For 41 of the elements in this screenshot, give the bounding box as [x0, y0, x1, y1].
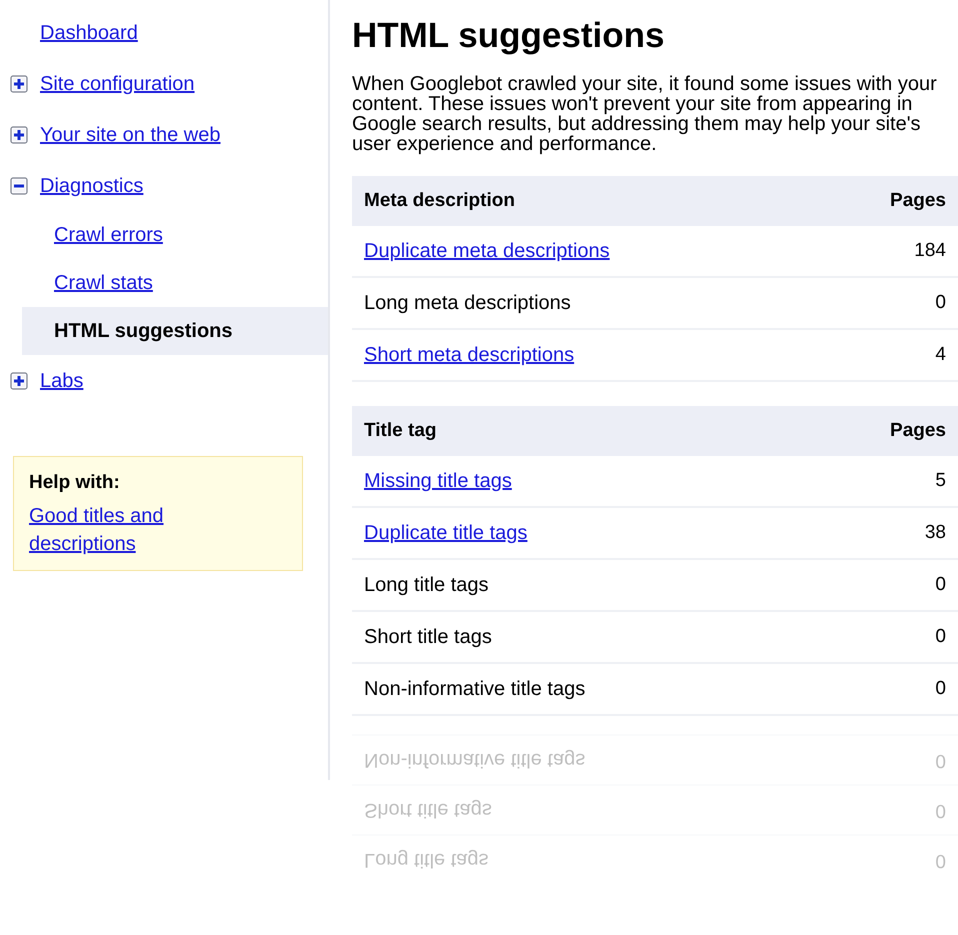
page-count: 0	[935, 572, 946, 597]
issue-link[interactable]: Duplicate meta descriptions	[364, 236, 610, 266]
column-header: Meta description	[364, 188, 515, 213]
reflected-label: Non-informative title tags	[364, 748, 586, 773]
page-count: 38	[924, 520, 946, 545]
reflected-count: 0	[935, 799, 946, 824]
page-count: 5	[935, 468, 946, 493]
issue-link[interactable]: Duplicate title tags	[364, 518, 528, 548]
nav-link[interactable]: Dashboard	[40, 18, 138, 48]
issue-label: Non-informative title tags	[364, 677, 586, 702]
column-header: Pages	[890, 418, 946, 443]
issue-label: Short title tags	[364, 625, 492, 650]
page-title: HTML suggestions	[352, 15, 666, 57]
column-header: Title tag	[364, 418, 436, 443]
issue-link[interactable]: Short meta descriptions	[364, 340, 574, 370]
page-count: 4	[935, 342, 946, 367]
help-link[interactable]: Good titles and descriptions	[29, 502, 209, 558]
reflected-label: Long title tags	[364, 848, 489, 873]
reflected-count: 0	[935, 849, 946, 874]
nav-link[interactable]: Crawl stats	[54, 268, 153, 298]
page-count: 0	[935, 676, 946, 701]
collapse-icon[interactable]	[10, 176, 28, 194]
page-count: 0	[935, 624, 946, 649]
intro-text: When Googlebot crawled your site, it found some issues with your content. These issues won't prevent your site from appearing in Google search results, but addressing them may help your site's user experience and performance.	[352, 74, 938, 154]
reflected-count: 0	[935, 749, 946, 774]
expand-icon[interactable]	[10, 126, 28, 144]
expand-icon[interactable]	[10, 74, 28, 92]
page-count: 0	[935, 290, 946, 315]
nav-link[interactable]: Labs	[40, 366, 84, 396]
nav-link[interactable]: Site configuration	[40, 68, 195, 98]
expand-icon[interactable]	[10, 372, 28, 390]
column-header: Pages	[890, 188, 946, 213]
nav-link[interactable]: Crawl errors	[54, 220, 163, 250]
help-title: Help with:	[29, 471, 121, 495]
issue-link[interactable]: Missing title tags	[364, 466, 512, 496]
nav-link[interactable]: Your site on the web	[40, 120, 220, 150]
page-count: 184	[914, 238, 946, 263]
issue-label: Long meta descriptions	[364, 291, 571, 316]
reflected-label: Short title tags	[364, 798, 492, 823]
issue-label: Long title tags	[364, 573, 489, 598]
nav-link[interactable]: Diagnostics	[40, 170, 144, 200]
